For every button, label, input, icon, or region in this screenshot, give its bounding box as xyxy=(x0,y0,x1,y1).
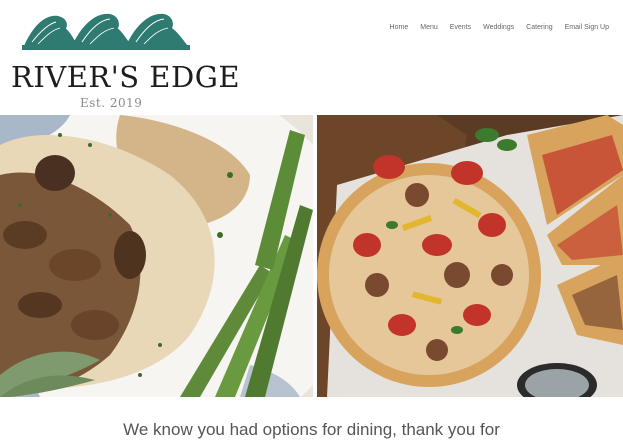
waves-logo-icon[interactable] xyxy=(22,8,190,50)
nav-menu[interactable]: Menu xyxy=(414,22,444,34)
nav-email-sign-up[interactable]: Email Sign Up xyxy=(559,22,615,34)
chicken-mushroom-photo xyxy=(0,115,313,397)
established-year: Est. 2019 xyxy=(80,96,143,110)
nav-catering[interactable]: Catering xyxy=(520,22,558,34)
nav-weddings[interactable]: Weddings xyxy=(477,22,520,34)
nav-home[interactable]: Home xyxy=(384,22,415,34)
nav-events[interactable]: Events xyxy=(444,22,477,34)
brand-name[interactable]: RIVER'S EDGE xyxy=(11,60,240,94)
vegetable-pizza-photo xyxy=(317,115,623,397)
main-nav: Home Menu Events Weddings Catering Email… xyxy=(384,22,615,34)
site-header: RIVER'S EDGE Est. 2019 Home Menu Events … xyxy=(0,0,623,115)
photo-gallery xyxy=(0,115,623,397)
intro-text: We know you had options for dining, than… xyxy=(123,420,500,439)
